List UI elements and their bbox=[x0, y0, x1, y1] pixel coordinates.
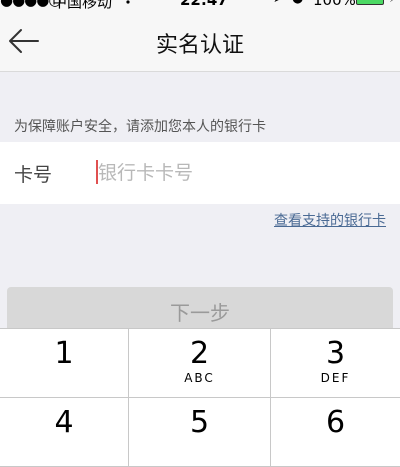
keypad-key-6[interactable]: 6 bbox=[271, 398, 400, 467]
navigation-bar: 实名认证 bbox=[0, 11, 400, 72]
keypad-key-2[interactable]: 2 ABC bbox=[129, 329, 271, 398]
orientation-lock-icon: ● bbox=[292, 0, 303, 6]
bolt-icon: ⚡ bbox=[389, 0, 397, 5]
battery-icon bbox=[356, 0, 384, 5]
supported-banks-link[interactable]: 查看支持的银行卡 bbox=[274, 210, 386, 230]
key-digit: 3 bbox=[325, 336, 346, 371]
battery-percent: 100% bbox=[313, 0, 356, 9]
security-hint: 为保障账户安全，请添加您本人的银行卡 bbox=[14, 119, 266, 135]
key-letters: DEF bbox=[320, 371, 351, 385]
wifi-icon bbox=[120, 0, 136, 9]
status-bar: ●●●●○ 中国移动 22:47 ➤ ● 100% ⚡ bbox=[0, 0, 400, 11]
key-digit: 5 bbox=[189, 405, 210, 440]
keypad-key-4[interactable]: 4 bbox=[0, 398, 129, 467]
card-number-input[interactable] bbox=[96, 152, 388, 194]
key-digit: 6 bbox=[325, 405, 346, 440]
keypad-key-3[interactable]: 3 DEF bbox=[271, 329, 400, 398]
card-number-label: 卡号 bbox=[14, 164, 53, 186]
key-digit: 1 bbox=[54, 336, 74, 371]
text-cursor bbox=[96, 160, 98, 184]
keypad-key-1[interactable]: 1 bbox=[0, 329, 129, 398]
numeric-keypad: 1 2 ABC 3 DEF 4 5 6 bbox=[0, 328, 400, 467]
location-arrow-icon: ➤ bbox=[273, 0, 284, 6]
page-title: 实名认证 bbox=[155, 33, 244, 58]
card-number-row: 卡号 bbox=[0, 142, 400, 204]
key-digit: 2 bbox=[189, 336, 210, 371]
status-time: 22:47 bbox=[180, 0, 228, 9]
key-digit: 4 bbox=[54, 405, 74, 440]
key-letters: ABC bbox=[184, 371, 215, 385]
keypad-key-5[interactable]: 5 bbox=[129, 398, 271, 467]
